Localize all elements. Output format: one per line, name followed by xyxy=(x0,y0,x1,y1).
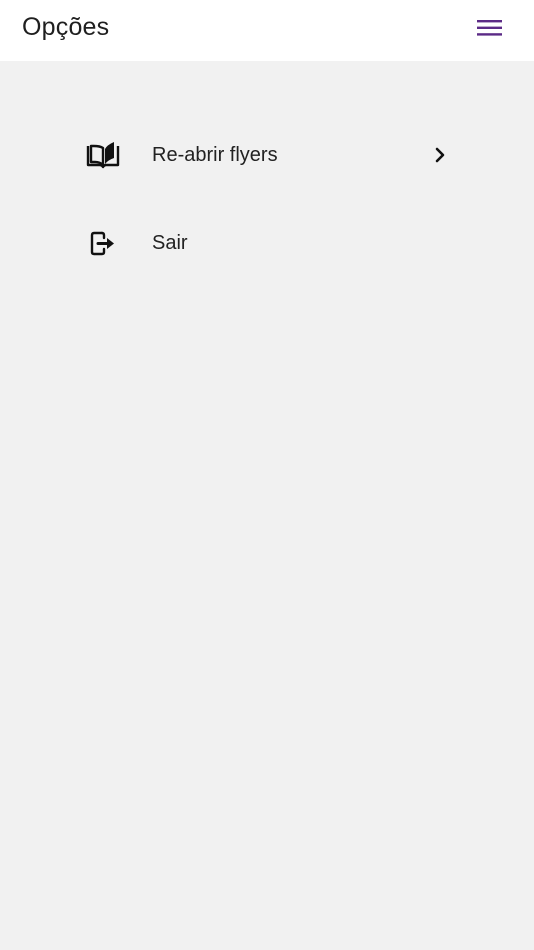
page-title: Opções xyxy=(22,13,110,41)
hamburger-menu-icon xyxy=(477,20,502,36)
hamburger-menu-button[interactable] xyxy=(468,10,512,46)
chevron-right-icon xyxy=(428,143,452,167)
open-book-icon xyxy=(80,132,126,178)
app-bar: Opções xyxy=(0,0,534,61)
logout-icon xyxy=(80,220,126,266)
options-content: Re-abrir flyers Sair xyxy=(0,61,534,950)
menu-item-label: Re-abrir flyers xyxy=(152,143,278,166)
menu-item-label: Sair xyxy=(152,231,188,254)
menu-item-logout[interactable]: Sair xyxy=(80,213,460,273)
menu-item-reopen-flyers[interactable]: Re-abrir flyers xyxy=(80,125,460,185)
